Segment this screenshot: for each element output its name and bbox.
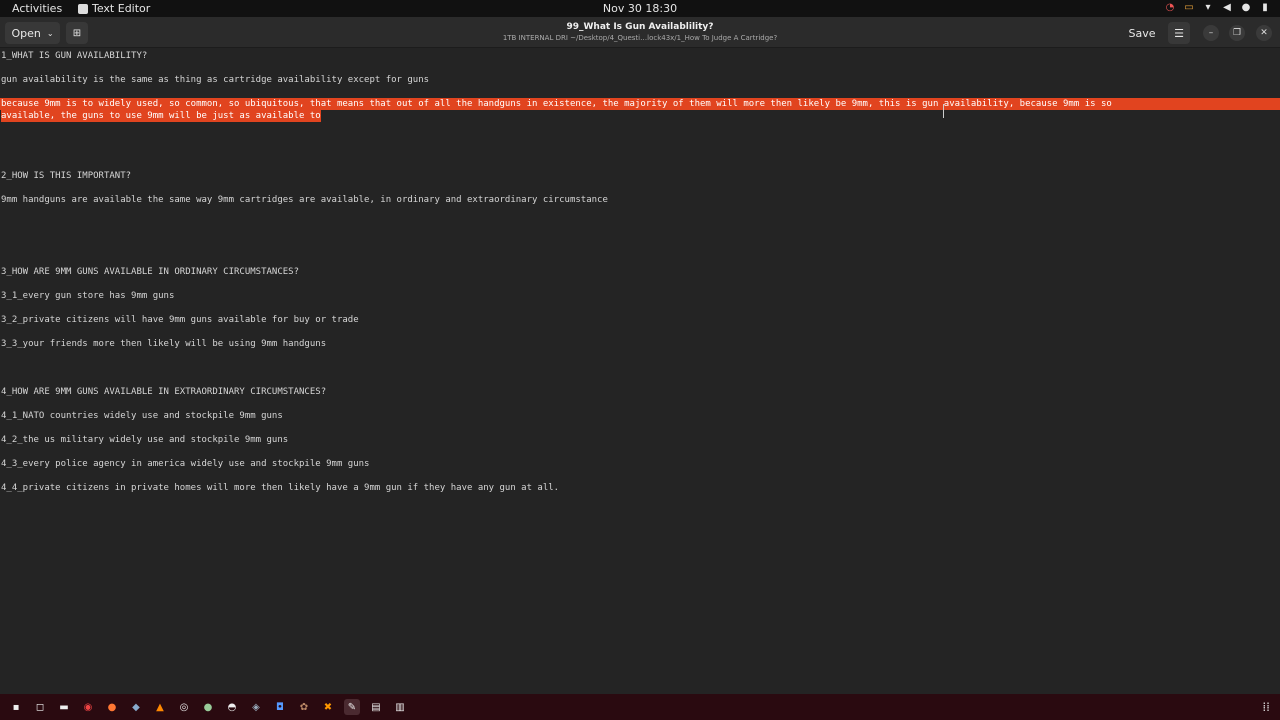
x-app-icon[interactable]: ✖: [320, 699, 336, 715]
gimp-icon[interactable]: ◓: [224, 699, 240, 715]
chrome-icon[interactable]: ◉: [80, 699, 96, 715]
system-top-bar: Activities Text Editor Nov 30 18:30 ◔ ▭ …: [0, 0, 1280, 17]
minimize-button[interactable]: –: [1203, 25, 1219, 41]
files-icon[interactable]: ▬: [56, 699, 72, 715]
battery-icon[interactable]: ▮: [1260, 2, 1270, 13]
game-icon[interactable]: ✿: [296, 699, 312, 715]
system-tray[interactable]: ◔ ▭ ▾ ◀ ● ▮: [1165, 2, 1270, 13]
text-editor-area[interactable]: 1_WHAT IS GUN AVAILABILITY? gun availabi…: [0, 48, 1280, 694]
terminal-icon[interactable]: ▪: [8, 699, 24, 715]
text-editor-dock-icon[interactable]: ✎: [344, 699, 360, 715]
text-line[interactable]: 4_HOW ARE 9MM GUNS AVAILABLE IN EXTRAORD…: [1, 386, 326, 398]
volume-icon[interactable]: ◀: [1222, 2, 1232, 13]
close-button[interactable]: ✕: [1256, 25, 1272, 41]
text-line[interactable]: 3_HOW ARE 9MM GUNS AVAILABLE IN ORDINARY…: [1, 266, 299, 278]
text-line[interactable]: 3_3_your friends more then likely will b…: [1, 338, 326, 350]
text-line[interactable]: gun availability is the same as thing as…: [1, 74, 429, 86]
main-menu-button[interactable]: ☰: [1168, 22, 1190, 44]
show-apps-grid-icon[interactable]: ⁞⁞: [1262, 700, 1270, 714]
update-icon[interactable]: ◔: [1165, 2, 1175, 13]
save-button[interactable]: Save: [1122, 22, 1162, 44]
document-path: 1TB INTERNAL DRI ~/Desktop/4_Questi…lock…: [502, 34, 778, 42]
text-line[interactable]: 9mm handguns are available the same way …: [1, 194, 608, 206]
wifi-icon[interactable]: ▾: [1203, 2, 1213, 13]
text-line[interactable]: 2_HOW IS THIS IMPORTANT?: [1, 170, 131, 182]
selected-text-line[interactable]: available, the guns to use 9mm will be j…: [1, 110, 321, 122]
maximize-button[interactable]: ❐: [1229, 25, 1245, 41]
utility-icon[interactable]: ◈: [248, 699, 264, 715]
vlc-icon[interactable]: ▲: [152, 699, 168, 715]
xnview-icon[interactable]: ●: [200, 699, 216, 715]
steam-icon[interactable]: ◆: [128, 699, 144, 715]
stack-icon[interactable]: ▤: [368, 699, 384, 715]
disks-icon[interactable]: ◻: [32, 699, 48, 715]
text-line[interactable]: 4_1_NATO countries widely use and stockp…: [1, 410, 283, 422]
screen-share-icon[interactable]: ▭: [1184, 2, 1194, 13]
keepass-icon[interactable]: ◘: [272, 699, 288, 715]
text-line[interactable]: 3_1_every gun store has 9mm guns: [1, 290, 174, 302]
restore-icon: ❐: [1232, 28, 1242, 38]
trash-icon[interactable]: ▥: [392, 699, 408, 715]
clock[interactable]: Nov 30 18:30: [0, 2, 1280, 15]
text-line[interactable]: 4_2_the us military widely use and stock…: [1, 434, 288, 446]
text-line[interactable]: 4_4_private citizens in private homes wi…: [1, 482, 559, 494]
obs-icon[interactable]: ◎: [176, 699, 192, 715]
hamburger-icon: ☰: [1174, 26, 1184, 40]
firefox-icon[interactable]: ●: [104, 699, 120, 715]
dock: ▪ ◻ ▬ ◉ ● ◆ ▲ ◎ ● ◓ ◈ ◘ ✿ ✖ ✎ ▤ ▥: [0, 694, 1280, 720]
minimize-icon: –: [1208, 28, 1214, 38]
close-icon: ✕: [1260, 28, 1268, 38]
document-title: 99_What Is Gun Availablility?: [566, 22, 714, 32]
text-line[interactable]: 1_WHAT IS GUN AVAILABILITY?: [1, 50, 147, 62]
text-cursor-icon: [943, 104, 946, 118]
microphone-icon[interactable]: ●: [1241, 2, 1251, 13]
header-bar: Open ⌄ ⊞ 99_What Is Gun Availablility? 1…: [0, 17, 1280, 48]
text-line[interactable]: 4_3_every police agency in america widel…: [1, 458, 369, 470]
text-line[interactable]: 3_2_private citizens will have 9mm guns …: [1, 314, 359, 326]
